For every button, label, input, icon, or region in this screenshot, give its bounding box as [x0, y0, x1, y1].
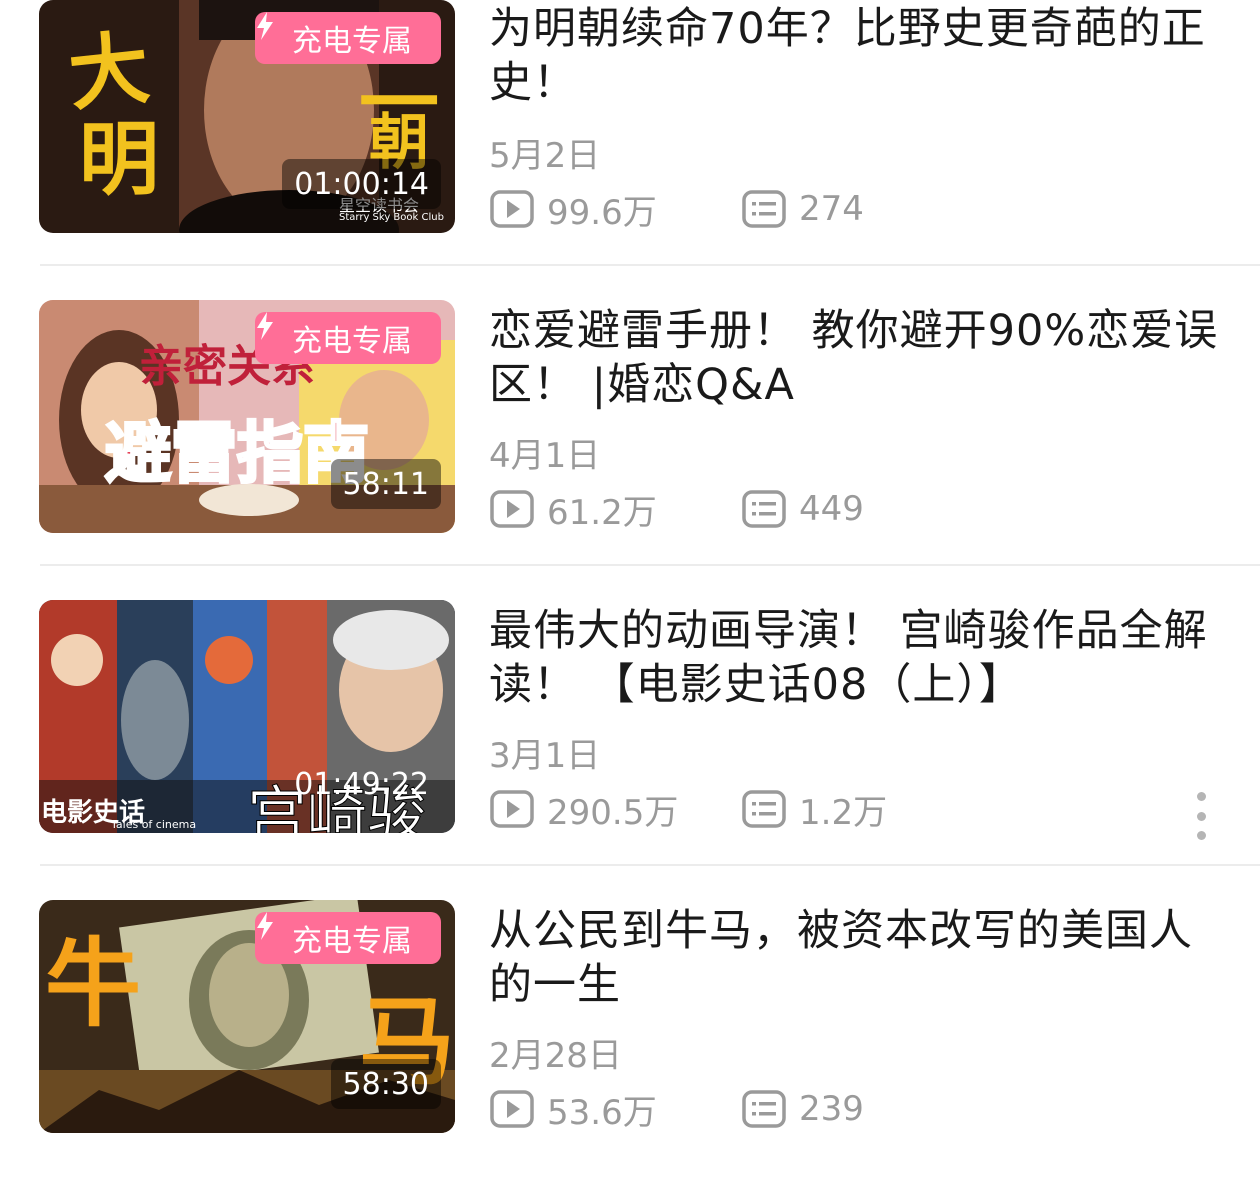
view-count: 61.2万 — [489, 485, 741, 534]
video-thumbnail[interactable]: 亲密关系 避雷指南 充电专属 58:11 — [39, 300, 455, 533]
comment-count: 274 — [741, 189, 864, 229]
thumbnail-caption: Starry Sky Book Club — [339, 212, 444, 223]
video-card[interactable]: 牛 马 充电专属 58:30 从公民到牛马，被资本改写的美国人的一生 2月28日… — [0, 900, 1260, 1200]
comment-count-text: 449 — [799, 489, 864, 529]
comment-count-text: 274 — [799, 189, 864, 229]
play-count-icon — [489, 789, 535, 829]
comment-count-text: 1.2万 — [799, 792, 888, 833]
play-count-icon — [489, 189, 535, 229]
item-divider — [40, 564, 1260, 566]
charge-exclusive-badge: 充电专属 — [255, 12, 441, 64]
video-card[interactable]: 大 明 一 朝 星空读书会 Starry Sky Book Club 充电专属 … — [0, 0, 1260, 300]
thumbnail-caption: Tales of cinema — [111, 818, 197, 831]
video-duration: 01:00:14 — [282, 159, 441, 209]
badge-label: 充电专属 — [292, 24, 412, 59]
comment-count: 239 — [741, 1089, 864, 1129]
play-count-icon — [489, 489, 535, 529]
danmaku-count-icon — [741, 189, 787, 229]
video-card[interactable]: 电影史话 Tales of cinema 宫崎骏 01:49:22 最伟大的动画… — [0, 600, 1260, 900]
comment-count-text: 239 — [799, 1089, 864, 1129]
view-count-text: 53.6万 — [547, 1092, 657, 1133]
badge-label: 充电专属 — [292, 924, 412, 959]
video-list: 大 明 一 朝 星空读书会 Starry Sky Book Club 充电专属 … — [0, 0, 1260, 1136]
video-title[interactable]: 恋爱避雷手册！ 教你避开90%恋爱误区！ |婚恋Q&A — [489, 304, 1229, 412]
charge-exclusive-badge: 充电专属 — [255, 912, 441, 964]
video-duration: 58:11 — [330, 459, 441, 509]
video-stats: 99.6万 274 — [489, 184, 864, 234]
video-thumbnail[interactable]: 大 明 一 朝 星空读书会 Starry Sky Book Club 充电专属 … — [39, 0, 455, 233]
thumbnail-caption: 避雷指南 — [104, 414, 371, 494]
view-count: 99.6万 — [489, 185, 741, 234]
comment-count: 1.2万 — [741, 785, 887, 834]
video-title[interactable]: 最伟大的动画导演！ 宫崎骏作品全解读！ 【电影史话08（上）】 — [489, 604, 1229, 712]
danmaku-count-icon — [741, 489, 787, 529]
badge-label: 充电专属 — [292, 324, 412, 359]
danmaku-count-icon — [741, 789, 787, 829]
view-count-text: 61.2万 — [547, 492, 657, 533]
item-divider — [40, 264, 1260, 266]
view-count: 290.5万 — [489, 785, 741, 834]
video-duration: 01:49:22 — [294, 766, 429, 802]
comment-count: 449 — [741, 489, 864, 529]
more-vertical-icon[interactable] — [1186, 792, 1216, 840]
charge-exclusive-badge: 充电专属 — [255, 312, 441, 364]
video-stats: 61.2万 449 — [489, 484, 864, 534]
danmaku-count-icon — [741, 1089, 787, 1129]
publish-date: 3月1日 — [489, 736, 601, 776]
video-title[interactable]: 从公民到牛马，被资本改写的美国人的一生 — [489, 904, 1229, 1012]
play-count-icon — [489, 1089, 535, 1129]
item-divider — [40, 864, 1260, 866]
video-duration: 58:30 — [330, 1059, 441, 1109]
view-count-text: 290.5万 — [547, 792, 679, 833]
publish-date: 4月1日 — [489, 436, 601, 476]
video-title[interactable]: 为明朝续命70年？比野史更奇葩的正史！ — [489, 2, 1229, 110]
publish-date: 5月2日 — [489, 136, 601, 176]
video-thumbnail[interactable]: 电影史话 Tales of cinema 宫崎骏 01:49:22 — [39, 600, 455, 833]
thumbnail-caption: 大 — [64, 21, 154, 122]
video-stats: 53.6万 239 — [489, 1084, 864, 1134]
video-thumbnail[interactable]: 牛 马 充电专属 58:30 — [39, 900, 455, 1133]
publish-date: 2月28日 — [489, 1036, 622, 1076]
thumbnail-caption: 牛 — [45, 928, 141, 1040]
view-count-text: 99.6万 — [547, 192, 657, 233]
video-stats: 290.5万 1.2万 — [489, 784, 887, 834]
thumbnail-caption: 明 — [79, 113, 159, 206]
video-card[interactable]: 亲密关系 避雷指南 充电专属 58:11 恋爱避雷手册！ 教你避开90%恋爱误区… — [0, 300, 1260, 600]
view-count: 53.6万 — [489, 1085, 741, 1134]
